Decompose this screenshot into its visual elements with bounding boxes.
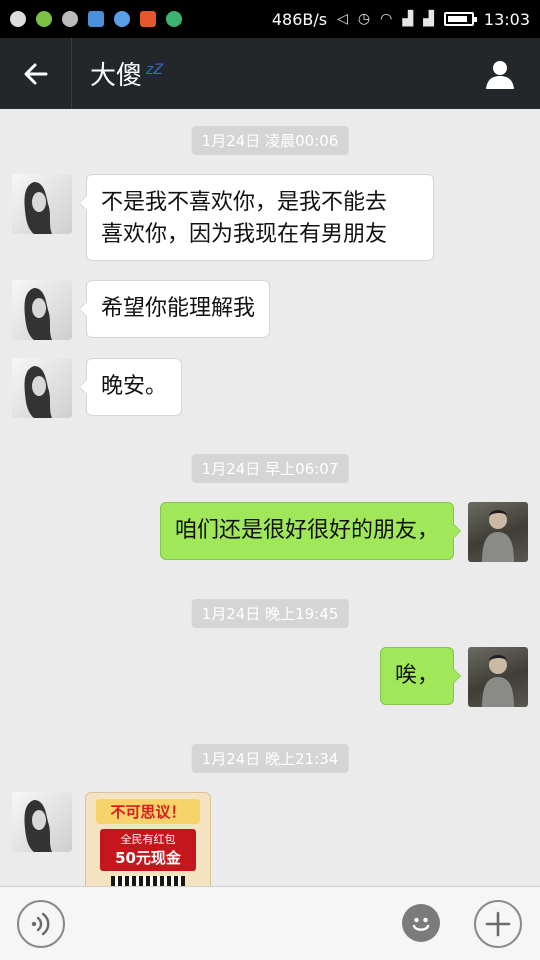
outgoing-message[interactable]: 唉， xyxy=(379,647,462,705)
status-bar: 486B/s ◁ ◷ ◠ ▟ ▟ 13:03 xyxy=(0,0,540,38)
chat-title: 大傻 zZ xyxy=(90,55,163,92)
avatar-image xyxy=(24,288,52,340)
incoming-message[interactable]: 不是我不喜欢你，是我不能去 喜欢你，因为我现在有男朋友 xyxy=(79,174,434,261)
promo-banner: 全民有红包 50元现金 xyxy=(100,829,196,871)
contact-avatar[interactable] xyxy=(12,174,72,234)
incoming-message[interactable]: 晚安。 xyxy=(78,358,183,416)
contact-name: 大傻 xyxy=(90,61,143,91)
clock: 13:03 xyxy=(483,9,530,29)
plus-icon xyxy=(485,911,511,937)
app-notification-icon xyxy=(10,11,26,27)
signal-icon: ▟ xyxy=(402,11,414,27)
smiley-icon xyxy=(412,917,430,931)
timestamp: 1月24日 晚上21:34 xyxy=(191,744,349,773)
promo-line-2: 50元现金 xyxy=(115,849,181,867)
hotspot-icon xyxy=(166,11,182,27)
app-notification-icon xyxy=(114,11,130,27)
more-button[interactable] xyxy=(474,900,522,948)
voice-wave-icon xyxy=(31,912,50,936)
net-speed: 486B/s xyxy=(271,9,328,29)
contact-avatar[interactable] xyxy=(12,280,72,340)
headset-icon xyxy=(88,11,104,27)
arrow-left-icon xyxy=(24,63,47,84)
promo-headline: 不可思议！ xyxy=(96,799,200,824)
app-notification-icon xyxy=(140,11,156,27)
avatar-image xyxy=(24,182,52,234)
contact-avatar[interactable] xyxy=(12,792,72,852)
image-message[interactable]: 不可思议！ 全民有红包 50元现金 xyxy=(85,792,211,886)
back-button[interactable] xyxy=(0,38,72,109)
incoming-message[interactable]: 希望你能理解我 xyxy=(78,280,271,338)
chat-info-button[interactable] xyxy=(460,38,540,109)
promo-line-1: 全民有红包 xyxy=(120,833,176,846)
timestamp: 1月24日 早上06:07 xyxy=(191,454,349,483)
app-notification-icon xyxy=(36,11,52,27)
voice-button[interactable] xyxy=(17,900,65,948)
timestamp: 1月24日 晚上19:45 xyxy=(191,599,349,628)
outgoing-message[interactable]: 咱们还是很好很好的朋友， xyxy=(159,502,462,560)
my-avatar[interactable] xyxy=(468,647,528,707)
timestamp: 1月24日 凌晨00:06 xyxy=(191,126,349,155)
avatar-image xyxy=(24,366,52,418)
input-bar xyxy=(0,886,540,960)
mute-icon: ◁ xyxy=(337,11,348,27)
my-avatar[interactable] xyxy=(468,502,528,562)
avatar-image xyxy=(482,510,514,562)
sleep-indicator: zZ xyxy=(146,62,163,79)
emoji-button[interactable] xyxy=(402,904,440,942)
chat-header: 大傻 zZ xyxy=(0,38,540,109)
message-list[interactable]: 1月24日 凌晨00:06 不是我不喜欢你，是我不能去 喜欢你，因为我现在有男朋… xyxy=(0,109,540,886)
alarm-icon: ◷ xyxy=(357,11,371,27)
contact-avatar[interactable] xyxy=(12,358,72,418)
signal-icon: ▟ xyxy=(423,11,434,27)
avatar-image xyxy=(24,800,52,852)
wifi-icon: ◠ xyxy=(380,11,393,27)
notification-icons xyxy=(10,11,182,27)
avatar-image xyxy=(482,655,514,707)
qr-code-image xyxy=(111,876,185,886)
weather-icon xyxy=(62,11,78,27)
battery-icon xyxy=(443,12,477,26)
person-icon xyxy=(486,60,514,89)
